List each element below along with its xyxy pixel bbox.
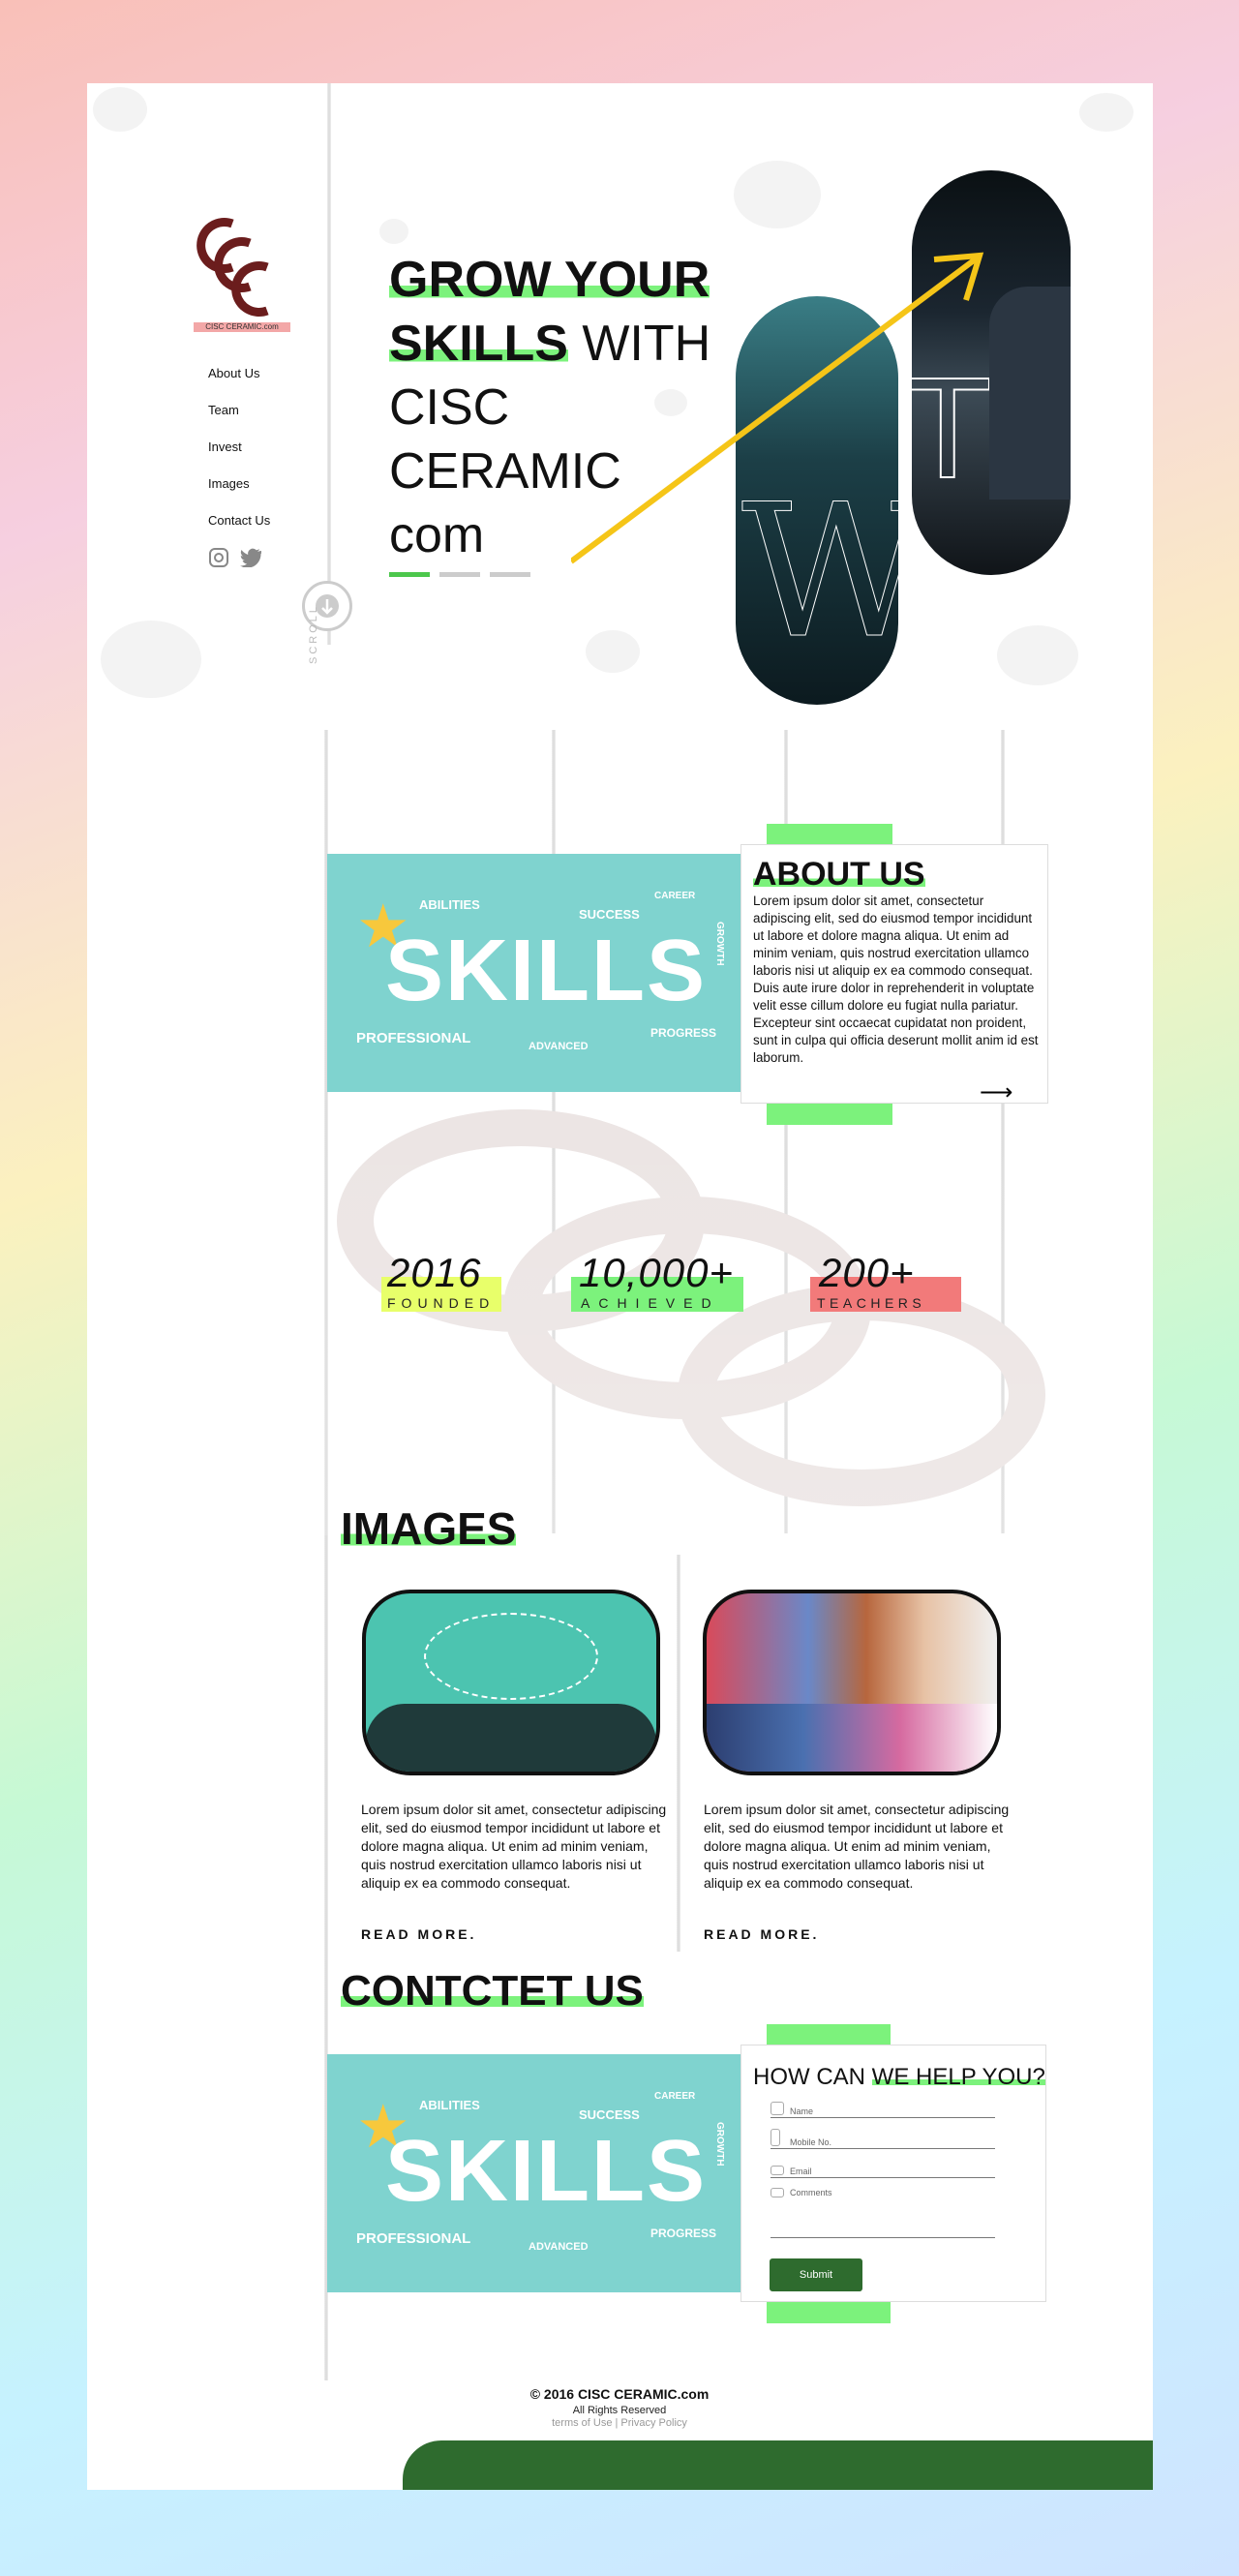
instagram-icon[interactable] xyxy=(209,548,228,567)
social-links xyxy=(209,548,261,567)
images-title: IMAGES xyxy=(341,1502,517,1555)
students-photo xyxy=(707,1704,997,1772)
read-more-link[interactable]: READ MORE. xyxy=(361,1926,476,1942)
field-label: Mobile No. xyxy=(790,2137,832,2147)
slider-dot[interactable] xyxy=(490,572,530,577)
skills-banner-image: ★ ABILITIES SUCCESS CAREER GROWTH SKILLS… xyxy=(327,854,743,1092)
nav-about-us[interactable]: About Us xyxy=(208,366,270,380)
slider-dot[interactable] xyxy=(439,572,480,577)
logo-tagline: CISC CERAMIC.com xyxy=(194,322,290,332)
field-label: Name xyxy=(790,2106,814,2116)
stat-teachers-label: TEACHERS xyxy=(817,1295,926,1311)
skills-word: SKILLS xyxy=(385,923,708,1019)
image-card-text: Lorem ipsum dolor sit amet, consectetur … xyxy=(704,1802,1010,1891)
brain-icon xyxy=(101,621,201,698)
accent-bar xyxy=(767,2302,891,2323)
comments-field[interactable]: Comments xyxy=(771,2188,995,2238)
stat-founded-label: FOUNDED xyxy=(387,1295,496,1311)
name-field[interactable]: Name xyxy=(771,2099,995,2118)
field-label: Email xyxy=(790,2167,812,2176)
divider-line xyxy=(677,1555,680,1952)
stat-achieved-number: 10,000+ xyxy=(579,1250,734,1295)
nav-images[interactable]: Images xyxy=(208,476,270,491)
submit-button[interactable]: Submit xyxy=(770,2258,862,2291)
brain-icon xyxy=(93,87,147,132)
banner-tag: GROWTH xyxy=(714,2122,725,2167)
banner-tag: PROGRESS xyxy=(650,1026,717,1040)
network-graphic xyxy=(424,1613,598,1700)
banner-tag: GROWTH xyxy=(714,922,725,966)
banner-tag: SUCCESS xyxy=(579,2107,640,2122)
user-icon xyxy=(771,2102,784,2115)
banner-tag: CAREER xyxy=(654,891,696,901)
logo[interactable] xyxy=(194,214,290,320)
stat-founded-number: 2016 xyxy=(387,1250,482,1295)
comment-icon xyxy=(771,2188,784,2197)
form-title-highlight: WE HELP YOU? xyxy=(871,2064,1045,2090)
field-label: Comments xyxy=(790,2188,832,2197)
banner-tag: ADVANCED xyxy=(529,1041,589,1052)
banner-tag: ADVANCED xyxy=(529,2241,589,2253)
footer-copyright: © 2016 CISC CERAMIC.com xyxy=(529,2386,710,2402)
banner-tag: SUCCESS xyxy=(579,907,640,922)
person-silhouette xyxy=(989,287,1071,500)
brain-icon xyxy=(379,219,408,244)
twitter-icon[interactable] xyxy=(240,548,261,567)
hero-line3: CISC xyxy=(389,379,510,436)
banner-tag: ABILITIES xyxy=(419,2098,480,2112)
banner-tag: CAREER xyxy=(654,2091,696,2102)
form-title: HOW CAN WE HELP YOU? xyxy=(753,2064,1045,2091)
nav-invest[interactable]: Invest xyxy=(208,439,270,454)
growth-arrow-icon xyxy=(571,252,984,564)
footer-links[interactable]: terms of Use | Privacy Policy xyxy=(0,2417,1239,2429)
form-title-plain: HOW CAN xyxy=(753,2064,872,2090)
brain-icon xyxy=(1079,93,1133,132)
phone-icon xyxy=(771,2129,780,2146)
footer-rights: All Rights Reserved xyxy=(572,2405,667,2416)
arrow-right-icon[interactable]: ⟶ xyxy=(980,1078,1012,1106)
banner-tag: PROFESSIONAL xyxy=(356,2230,471,2247)
footer-band xyxy=(403,2440,1153,2490)
page-card: CISC CERAMIC.com About Us Team Invest Im… xyxy=(87,83,1153,2490)
scroll-label: SCROLL xyxy=(308,603,319,664)
stat-achieved-label: ACHIEVED xyxy=(581,1295,720,1311)
about-text: Lorem ipsum dolor sit amet, consectetur … xyxy=(753,894,1039,1065)
mail-icon xyxy=(771,2166,784,2175)
mobile-field[interactable]: Mobile No. xyxy=(771,2128,995,2149)
brain-icon xyxy=(997,625,1078,685)
sidebar-nav: About Us Team Invest Images Contact Us xyxy=(208,366,270,550)
image-card-students[interactable] xyxy=(703,1590,1001,1775)
accent-bar xyxy=(767,2024,891,2046)
nav-contact-us[interactable]: Contact Us xyxy=(208,513,270,528)
watermark-fade xyxy=(281,1109,1152,1535)
about-title: ABOUT US xyxy=(753,856,925,894)
brain-icon xyxy=(586,630,640,673)
accent-bar xyxy=(767,824,892,845)
slider-dot-active[interactable] xyxy=(389,572,430,577)
read-more-link[interactable]: READ MORE. xyxy=(704,1926,819,1942)
nav-team[interactable]: Team xyxy=(208,403,270,417)
divider-line xyxy=(327,83,331,645)
skills-word: SKILLS xyxy=(385,2123,708,2220)
skills-banner-image: ★ ABILITIES SUCCESS CAREER GROWTH SKILLS… xyxy=(327,2054,743,2292)
hero-line5: com xyxy=(389,507,485,563)
banner-tag: ABILITIES xyxy=(419,897,480,912)
crowd-silhouette xyxy=(366,1704,656,1772)
brain-icon xyxy=(734,161,821,228)
image-card-text: Lorem ipsum dolor sit amet, consectetur … xyxy=(361,1802,667,1891)
stat-teachers-number: 200+ xyxy=(819,1250,915,1295)
banner-tag: PROFESSIONAL xyxy=(356,1030,471,1046)
slider-indicator xyxy=(389,572,530,577)
banner-tag: PROGRESS xyxy=(650,2227,717,2240)
email-field[interactable]: Email xyxy=(771,2157,995,2178)
contact-title: CONTCTET US xyxy=(341,1967,644,2015)
hero-bold-line2: SKILLS xyxy=(389,316,568,372)
image-card-infographic[interactable] xyxy=(362,1590,660,1775)
